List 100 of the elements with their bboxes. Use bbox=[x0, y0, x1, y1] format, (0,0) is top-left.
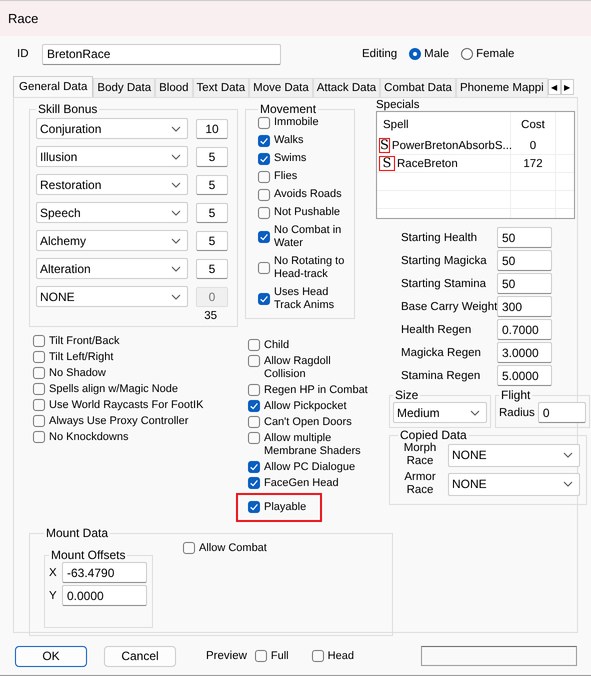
stat-field[interactable]: 300 bbox=[497, 296, 552, 317]
size-dropdown[interactable]: Medium bbox=[393, 402, 487, 423]
checkbox-label: FaceGen Head bbox=[264, 477, 339, 490]
dialog-button[interactable]: OK bbox=[15, 646, 87, 666]
chevron-down-icon bbox=[470, 410, 480, 416]
tab[interactable]: Body Data bbox=[93, 78, 156, 97]
tab[interactable]: Combat Data bbox=[380, 78, 456, 97]
cost-value: 0 bbox=[511, 137, 556, 154]
column-header[interactable]: Cost bbox=[511, 112, 556, 137]
preview-label: Preview bbox=[206, 650, 247, 662]
spell-icon: S bbox=[379, 156, 395, 171]
radius-field[interactable]: 0 bbox=[538, 402, 586, 423]
stat-field[interactable]: 0.7000 bbox=[497, 319, 552, 340]
bonus-field[interactable]: 5 bbox=[196, 258, 228, 278]
chevron-down-icon bbox=[563, 481, 573, 487]
bonus-field[interactable]: 5 bbox=[196, 146, 228, 166]
stat-label: Starting Magicka bbox=[401, 254, 488, 266]
stat-field[interactable]: 3.0000 bbox=[497, 342, 552, 363]
stat-field[interactable]: 50 bbox=[497, 227, 552, 248]
checkbox[interactable] bbox=[258, 188, 270, 200]
tab[interactable]: Text Data bbox=[192, 78, 250, 97]
axis-label: Y bbox=[49, 590, 58, 602]
race-label: Morph Race bbox=[402, 442, 438, 468]
tab[interactable]: Blood bbox=[155, 78, 193, 97]
checkbox[interactable] bbox=[248, 432, 260, 444]
skill-dropdown[interactable]: Alchemy bbox=[36, 230, 188, 251]
checkbox[interactable] bbox=[33, 383, 45, 395]
tab[interactable]: Attack Data bbox=[312, 78, 380, 97]
stat-field[interactable]: 50 bbox=[497, 273, 552, 294]
checkbox[interactable] bbox=[33, 431, 45, 443]
stat-label: Magicka Regen bbox=[401, 346, 482, 358]
tab[interactable]: Move Data bbox=[249, 78, 313, 97]
tab[interactable]: General Data bbox=[13, 76, 94, 97]
chevron-down-icon bbox=[171, 238, 181, 244]
dialog-button[interactable]: Cancel bbox=[104, 646, 176, 666]
stat-label: Starting Health bbox=[401, 232, 478, 244]
tab[interactable]: Phoneme Mappi bbox=[456, 78, 548, 97]
offset-field[interactable]: 0.0000 bbox=[62, 585, 147, 606]
checkbox-label: No Shadow bbox=[49, 367, 106, 380]
checkbox[interactable] bbox=[248, 384, 260, 396]
stat-label: Base Carry Weight bbox=[401, 300, 497, 312]
chevron-down-icon bbox=[171, 266, 181, 272]
skill-dropdown[interactable]: Illusion bbox=[36, 146, 188, 167]
radio-button[interactable] bbox=[461, 48, 474, 60]
bonus-field[interactable]: 5 bbox=[196, 174, 228, 194]
checkbox[interactable] bbox=[258, 206, 270, 218]
stat-field[interactable]: 5.0000 bbox=[497, 365, 552, 386]
checkbox[interactable] bbox=[248, 461, 260, 473]
total-value: 35 bbox=[203, 310, 218, 322]
checkbox[interactable] bbox=[258, 231, 270, 243]
skill-dropdown[interactable]: Conjuration bbox=[36, 118, 188, 139]
checkbox-label: Allow PC Dialogue bbox=[264, 461, 356, 474]
column-header[interactable]: Spell bbox=[377, 112, 511, 137]
checkbox[interactable] bbox=[258, 262, 270, 274]
checkbox[interactable] bbox=[248, 339, 260, 351]
checkbox-label: Playable bbox=[264, 501, 306, 514]
bonus-field[interactable]: 10 bbox=[196, 118, 228, 138]
checkbox-label: Swims bbox=[274, 152, 306, 165]
checkbox[interactable] bbox=[258, 170, 270, 182]
checkbox[interactable] bbox=[33, 335, 45, 347]
window-title: Race bbox=[8, 11, 38, 26]
checkbox[interactable] bbox=[258, 293, 270, 305]
spell-name[interactable]: PowerBretonAbsorbS... bbox=[392, 140, 512, 152]
checkbox[interactable] bbox=[248, 400, 260, 412]
id-field[interactable]: BretonRace bbox=[42, 44, 281, 64]
tab-scroll-button[interactable]: ◀ bbox=[548, 79, 561, 95]
checkbox[interactable] bbox=[258, 116, 270, 128]
checkbox-label: Allow Pickpocket bbox=[264, 400, 347, 413]
checkbox-label: Always Use Proxy Controller bbox=[49, 415, 188, 428]
race-dropdown[interactable]: NONE bbox=[448, 444, 580, 466]
checkbox-label: Not Pushable bbox=[274, 206, 340, 219]
checkbox[interactable] bbox=[33, 399, 45, 411]
stat-field[interactable]: 50 bbox=[497, 250, 552, 271]
race-dropdown[interactable]: NONE bbox=[448, 472, 580, 496]
bonus-field[interactable]: 5 bbox=[196, 202, 228, 222]
spell-name[interactable]: RaceBreton bbox=[397, 158, 458, 170]
skill-dropdown[interactable]: Alteration bbox=[36, 258, 188, 279]
group-title: Copied Data bbox=[399, 428, 468, 442]
checkbox[interactable] bbox=[33, 367, 45, 379]
checkbox[interactable] bbox=[248, 501, 260, 513]
offset-field[interactable]: -63.4790 bbox=[62, 562, 147, 583]
checkbox[interactable] bbox=[248, 355, 260, 367]
checkbox[interactable] bbox=[312, 650, 324, 662]
checkbox[interactable] bbox=[33, 351, 45, 363]
checkbox[interactable] bbox=[183, 542, 195, 554]
stat-label: Health Regen bbox=[401, 324, 472, 336]
checkbox[interactable] bbox=[258, 134, 270, 146]
id-label: ID bbox=[17, 48, 30, 60]
chevron-down-icon bbox=[171, 182, 181, 188]
bonus-field[interactable]: 5 bbox=[196, 230, 228, 250]
checkbox[interactable] bbox=[258, 152, 270, 164]
checkbox[interactable] bbox=[248, 416, 260, 428]
tab-scroll-button[interactable]: ▶ bbox=[560, 79, 574, 95]
checkbox[interactable] bbox=[254, 650, 267, 662]
radio-button[interactable] bbox=[409, 48, 422, 60]
checkbox[interactable] bbox=[33, 415, 45, 427]
checkbox[interactable] bbox=[248, 477, 260, 489]
checkbox-label: No Rotating to Head-track bbox=[274, 255, 346, 281]
skill-dropdown[interactable]: Restoration bbox=[36, 174, 188, 195]
skill-dropdown[interactable]: Speech bbox=[36, 202, 188, 223]
